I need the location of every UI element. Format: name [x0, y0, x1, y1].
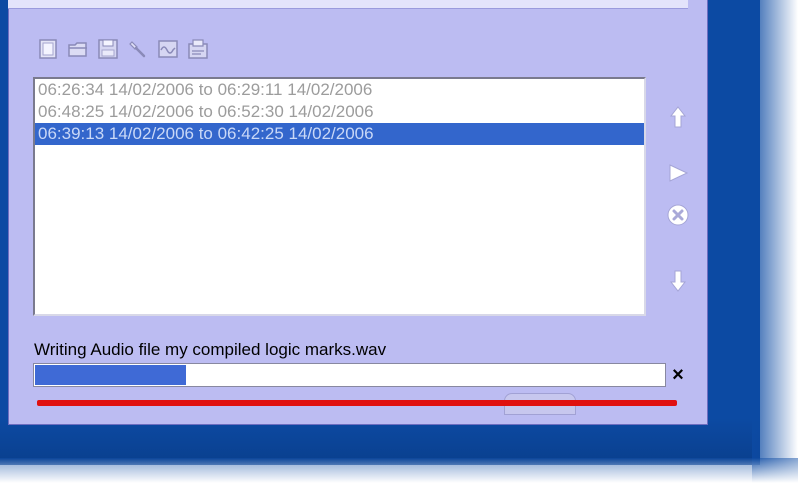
move-up-icon [669, 106, 687, 128]
move-down-icon [669, 270, 687, 292]
waveform-button[interactable] [156, 37, 180, 61]
save-button[interactable] [96, 37, 120, 61]
export-icon [188, 39, 208, 59]
waveform-icon [158, 40, 178, 58]
new-icon [39, 39, 57, 59]
desktop-shadow-right [752, 0, 798, 483]
time-range-list[interactable]: 06:26:34 14/02/2006 to 06:29:11 14/02/20… [33, 77, 646, 316]
delete-icon [667, 204, 689, 226]
move-up-button[interactable] [663, 102, 693, 132]
play-button[interactable] [663, 158, 693, 188]
export-button[interactable] [186, 37, 210, 61]
list-item-selected[interactable]: 06:39:13 14/02/2006 to 06:42:25 14/02/20… [35, 123, 644, 145]
status-text: Writing Audio file my compiled logic mar… [34, 340, 387, 359]
accent-line [37, 400, 677, 406]
tools-icon [129, 41, 146, 58]
list-item[interactable]: 06:48:25 14/02/2006 to 06:52:30 14/02/20… [35, 101, 644, 123]
list-item[interactable]: 06:26:34 14/02/2006 to 06:29:11 14/02/20… [35, 79, 644, 101]
delete-button[interactable] [663, 200, 693, 230]
progress-bar [33, 363, 666, 387]
new-button[interactable] [36, 37, 60, 61]
move-down-button[interactable] [663, 266, 693, 296]
progress-fill [35, 365, 186, 385]
toolbar [36, 36, 210, 62]
cancel-button[interactable]: × [666, 363, 690, 387]
tools-button[interactable] [126, 37, 150, 61]
save-icon [98, 39, 118, 59]
open-folder-icon [68, 42, 87, 57]
play-icon [669, 164, 689, 182]
open-button[interactable] [66, 37, 90, 61]
desktop-shadow-bottom [0, 458, 798, 483]
panel-top-edge [8, 0, 688, 9]
